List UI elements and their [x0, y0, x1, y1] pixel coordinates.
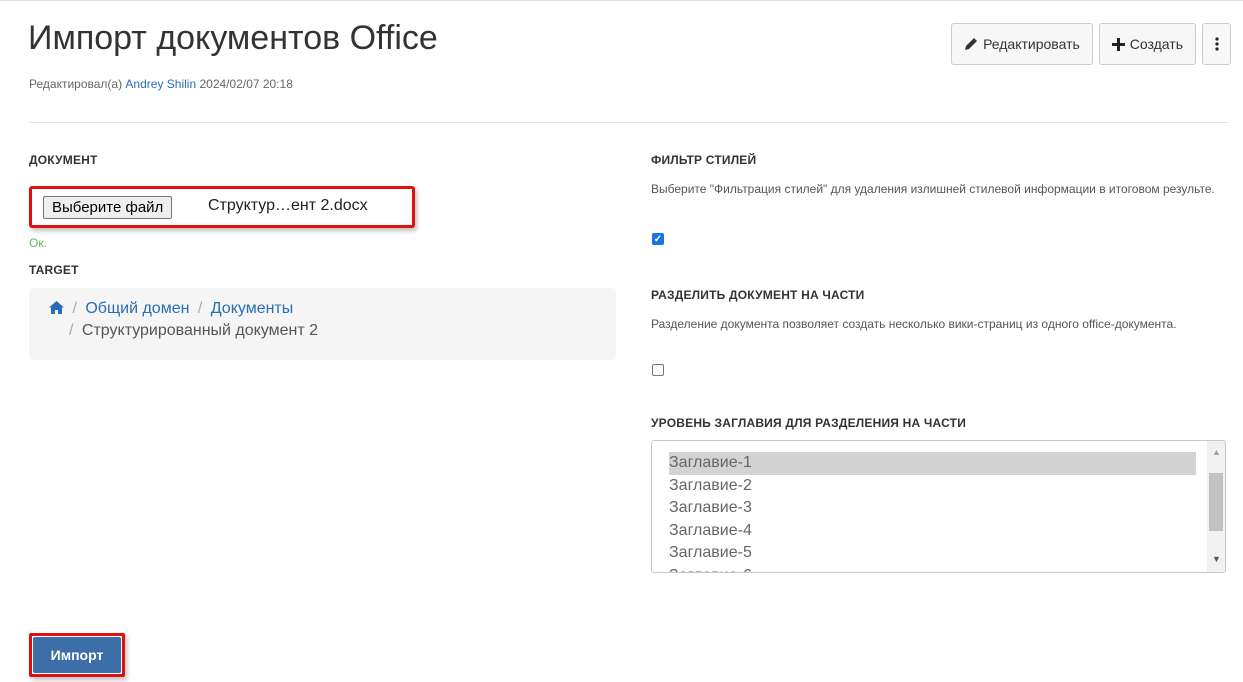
create-button[interactable]: Создать	[1098, 23, 1196, 65]
heading-level-option[interactable]: Заглавие-3	[669, 497, 1196, 520]
scroll-down-arrow-icon[interactable]: ▼	[1212, 554, 1221, 564]
heading-level-listbox[interactable]: Заглавие-1 Заглавие-2 Заглавие-3 Заглави…	[651, 440, 1226, 573]
top-border	[0, 0, 1243, 9]
document-label: ДОКУМЕНТ	[29, 153, 98, 167]
edit-button[interactable]: Редактировать	[951, 23, 1093, 65]
plus-icon	[1111, 37, 1125, 51]
heading-level-options: Заглавие-1 Заглавие-2 Заглавие-3 Заглави…	[652, 441, 1225, 573]
heading-level-option[interactable]: Заглавие-4	[669, 520, 1196, 543]
breadcrumb-separator: /	[69, 322, 74, 339]
more-button[interactable]	[1202, 23, 1231, 65]
import-button-highlight: Импорт	[29, 633, 125, 677]
listbox-scrollbar[interactable]: ▲ ▼	[1207, 441, 1225, 572]
breadcrumb-current: Структурированный документ 2	[81, 322, 319, 339]
style-filter-label: ФИЛЬТР СТИЛЕЙ	[651, 153, 757, 167]
split-label: РАЗДЕЛИТЬ ДОКУМЕНТ НА ЧАСТИ	[651, 288, 865, 302]
home-icon[interactable]	[49, 301, 64, 314]
meta-timestamp: 2024/02/07 20:18	[199, 77, 293, 91]
style-filter-checkbox[interactable]: ✓	[652, 233, 664, 245]
target-label: TARGET	[29, 263, 79, 277]
scroll-up-arrow-icon[interactable]: ▲	[1212, 447, 1221, 457]
heading-level-option[interactable]: Заглавие-6	[669, 565, 1196, 573]
heading-level-option[interactable]: Заглавие-1	[669, 452, 1196, 475]
edit-button-label: Редактировать	[983, 36, 1080, 52]
import-button[interactable]: Импорт	[33, 637, 121, 673]
heading-level-option[interactable]: Заглавие-2	[669, 475, 1196, 498]
scrollbar-thumb[interactable]	[1209, 473, 1223, 531]
breadcrumb-separator: /	[197, 300, 203, 317]
breadcrumb-item-documents[interactable]: Документы	[211, 300, 293, 317]
header-divider	[29, 122, 1229, 123]
style-filter-description: Выберите "Фильтрация стилей" для удалени…	[651, 182, 1215, 196]
breadcrumb-line-1: / Общий домен / Документы	[49, 298, 596, 320]
pencil-icon	[965, 38, 978, 50]
breadcrumb-separator: /	[72, 300, 77, 317]
more-vertical-icon	[1214, 37, 1219, 51]
page-meta: Редактировал(а) Andrey Shilin 2024/02/07…	[29, 77, 293, 91]
split-description: Разделение документа позволяет создать н…	[651, 317, 1177, 331]
heading-level-label: УРОВЕНЬ ЗАГЛАВИЯ ДЛЯ РАЗДЕЛЕНИЯ НА ЧАСТИ	[651, 416, 967, 430]
meta-prefix: Редактировал(а)	[29, 77, 123, 91]
create-button-label: Создать	[1129, 36, 1183, 52]
file-status: Ок.	[29, 236, 47, 250]
breadcrumb-line-2: / Структурированный документ 2	[49, 320, 596, 342]
page-toolbar: Редактировать Создать	[951, 23, 1231, 65]
author-link[interactable]: Andrey Shilin	[125, 77, 196, 91]
page-title: Импорт документов Office	[28, 19, 438, 57]
breadcrumb-item-domain[interactable]: Общий домен	[85, 300, 189, 317]
split-checkbox[interactable]	[652, 364, 664, 376]
selected-file-name: Структур…ент 2.docx	[208, 197, 368, 214]
heading-level-option[interactable]: Заглавие-5	[669, 542, 1196, 565]
target-breadcrumb: / Общий домен / Документы / Структуриров…	[29, 288, 616, 360]
choose-file-button[interactable]: Выберите файл	[43, 196, 173, 219]
file-input[interactable]: Выберите файл Структур…ент 2.docx	[29, 186, 415, 228]
